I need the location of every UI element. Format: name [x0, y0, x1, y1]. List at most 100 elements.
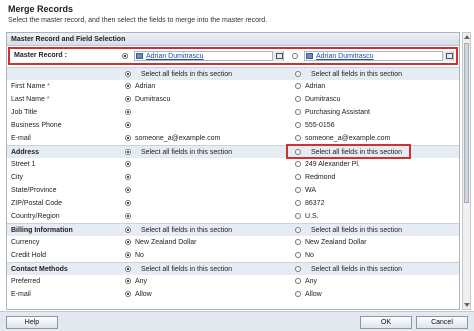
- ok-button[interactable]: OK: [360, 316, 412, 329]
- section-row: Contact Methods Select all fields in this…: [7, 262, 459, 275]
- help-button[interactable]: Help: [6, 316, 58, 329]
- cancel-button[interactable]: Cancel: [416, 316, 468, 329]
- left-select-all-label: Select all fields in this section: [141, 266, 233, 273]
- right-select-radio[interactable]: [295, 266, 301, 272]
- field-label: E-mail: [11, 135, 31, 142]
- left-field-value: someone_a@example.com: [135, 135, 221, 142]
- left-field-value: No: [135, 252, 144, 259]
- field-label: Credit Hold: [11, 252, 47, 259]
- left-select-all-label: Select all fields in this section: [141, 71, 233, 78]
- right-field-value: No: [305, 252, 314, 259]
- field-label: Preferred: [11, 278, 41, 285]
- section-label: Contact Methods: [11, 266, 68, 273]
- lookup-icon[interactable]: [272, 51, 283, 61]
- right-select-all-label: Select all fields in this section: [311, 266, 403, 273]
- right-select-radio[interactable]: [295, 239, 301, 245]
- left-select-radio[interactable]: [125, 83, 131, 89]
- right-select-radio[interactable]: [295, 71, 301, 77]
- field-label: First Name *: [11, 83, 50, 90]
- field-row: Street 1 249 Alexander Pl.: [7, 158, 459, 171]
- left-select-radio[interactable]: [125, 96, 131, 102]
- required-asterisk: *: [44, 96, 50, 103]
- master-record-label: Master Record :: [14, 52, 67, 59]
- left-field-value: Allow: [135, 291, 152, 298]
- field-label: Street 1: [11, 161, 36, 168]
- left-select-radio[interactable]: [125, 239, 131, 245]
- master-right-link[interactable]: Adrian Dumitrascu: [316, 53, 374, 60]
- section-label: Address: [11, 149, 40, 156]
- left-select-radio[interactable]: [125, 227, 131, 233]
- master-left-link[interactable]: Adrian Dumitrascu: [146, 53, 204, 60]
- left-select-radio[interactable]: [125, 109, 131, 115]
- right-select-radio[interactable]: [295, 200, 301, 206]
- field-row: Business Phone 555-0156: [7, 119, 459, 132]
- left-field-value: Any: [135, 278, 148, 285]
- left-select-radio[interactable]: [125, 291, 131, 297]
- left-field-value: New Zealand Dollar: [135, 239, 197, 246]
- right-field-value: Dumitrascu: [305, 96, 341, 103]
- field-row: Last Name * Dumitrascu Dumitrascu: [7, 93, 459, 106]
- master-right-radio[interactable]: [292, 53, 298, 59]
- left-select-radio[interactable]: [125, 122, 131, 128]
- left-select-radio[interactable]: [125, 149, 131, 155]
- field-row: Credit Hold No No: [7, 249, 459, 262]
- right-select-radio[interactable]: [295, 227, 301, 233]
- highlight-address-select-all: [286, 144, 411, 159]
- left-select-radio[interactable]: [125, 135, 131, 141]
- master-right-lookup[interactable]: Adrian Dumitrascu: [304, 51, 454, 61]
- right-select-radio[interactable]: [295, 213, 301, 219]
- right-select-radio[interactable]: [295, 135, 301, 141]
- field-label: Country/Region: [11, 213, 60, 220]
- right-select-radio[interactable]: [295, 96, 301, 102]
- left-select-radio[interactable]: [125, 161, 131, 167]
- left-select-radio[interactable]: [125, 278, 131, 284]
- right-field-value: 555-0156: [305, 122, 335, 129]
- scroll-up-icon[interactable]: [464, 35, 470, 39]
- left-select-radio[interactable]: [125, 200, 131, 206]
- vertical-scrollbar[interactable]: [462, 32, 471, 310]
- scroll-thumb[interactable]: [464, 43, 469, 203]
- right-field-value: Purchasing Assistant: [305, 109, 370, 116]
- right-select-radio[interactable]: [295, 83, 301, 89]
- left-select-radio[interactable]: [125, 252, 131, 258]
- right-select-radio[interactable]: [295, 174, 301, 180]
- right-select-radio[interactable]: [295, 109, 301, 115]
- left-select-radio[interactable]: [125, 71, 131, 77]
- master-left-lookup[interactable]: Adrian Dumitrascu: [134, 51, 284, 61]
- section-label: Billing Information: [11, 227, 73, 234]
- right-select-radio[interactable]: [295, 291, 301, 297]
- field-label: E-mail: [11, 291, 31, 298]
- dialog-title: Merge Records: [8, 4, 74, 14]
- left-select-radio[interactable]: [125, 187, 131, 193]
- field-label: City: [11, 174, 24, 181]
- right-field-value: 249 Alexander Pl.: [305, 161, 360, 168]
- master-record-row: Master Record : Adrian Dumitrascu Adrian…: [8, 47, 458, 65]
- field-row: Preferred Any Any: [7, 275, 459, 288]
- left-select-radio[interactable]: [125, 174, 131, 180]
- scroll-down-icon[interactable]: [464, 303, 470, 307]
- right-field-value: Any: [305, 278, 318, 285]
- right-select-radio[interactable]: [295, 122, 301, 128]
- field-row: Job Title Purchasing Assistant: [7, 106, 459, 119]
- left-select-radio[interactable]: [125, 266, 131, 272]
- contact-icon: [136, 53, 143, 59]
- right-field-value: WA: [305, 187, 317, 194]
- field-row: Country/Region U.S.: [7, 210, 459, 223]
- left-field-value: Dumitrascu: [135, 96, 171, 103]
- right-select-radio[interactable]: [295, 278, 301, 284]
- right-field-value: Allow: [305, 291, 322, 298]
- right-field-value: Adrian: [305, 83, 326, 90]
- left-select-all-label: Select all fields in this section: [141, 227, 233, 234]
- lookup-icon[interactable]: [442, 51, 453, 61]
- master-left-radio[interactable]: [122, 53, 128, 59]
- right-select-radio[interactable]: [295, 161, 301, 167]
- left-select-radio[interactable]: [125, 213, 131, 219]
- right-select-radio[interactable]: [295, 187, 301, 193]
- contact-icon: [306, 53, 313, 59]
- field-row: First Name * Adrian Adrian: [7, 80, 459, 93]
- field-label: Job Title: [11, 109, 38, 116]
- right-select-radio[interactable]: [295, 252, 301, 258]
- field-row: State/Province WA: [7, 184, 459, 197]
- panel-header: Master Record and Field Selection: [7, 33, 459, 46]
- field-label: Business Phone: [11, 122, 62, 129]
